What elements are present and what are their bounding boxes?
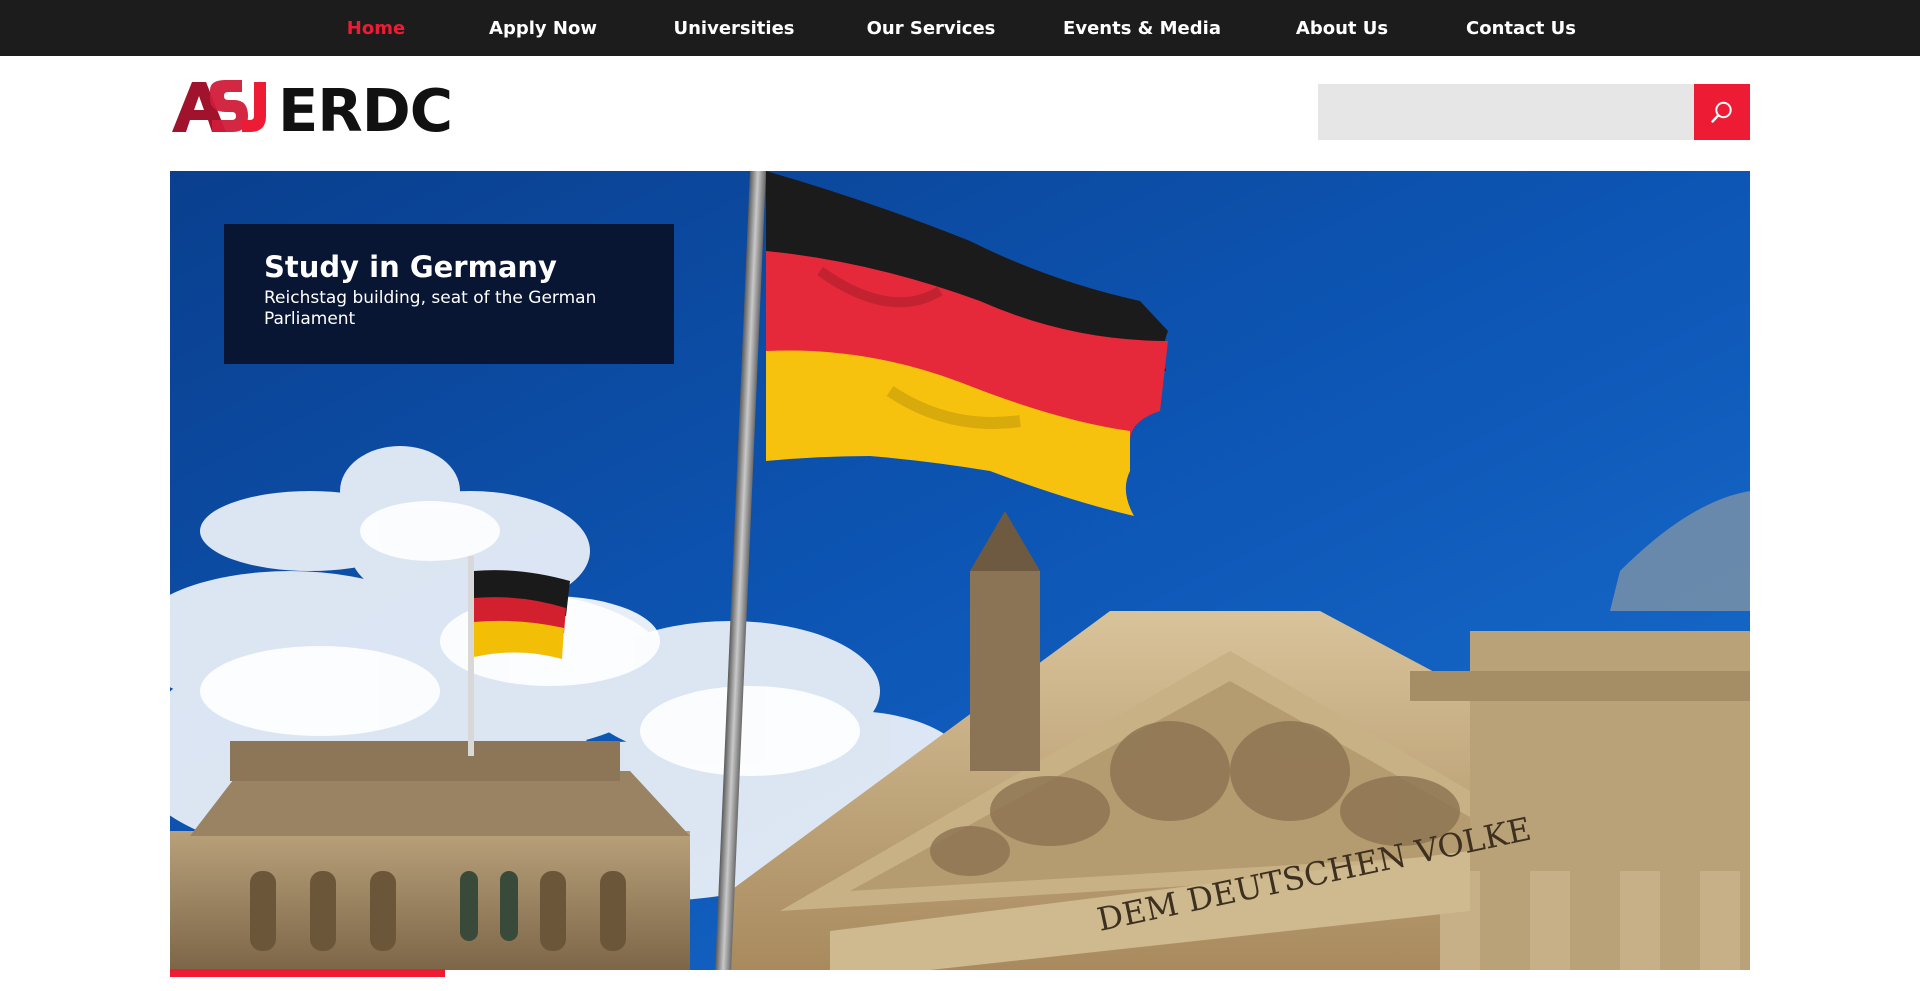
search-bar <box>1318 84 1750 140</box>
nav-item-apply-now[interactable]: Apply Now <box>489 0 597 56</box>
search-icon <box>1711 101 1732 123</box>
hero-subtitle: Reichstag building, seat of the German P… <box>264 288 597 329</box>
top-nav: Home Apply Now Universities Our Services… <box>0 0 1920 56</box>
nav-item-home[interactable]: Home <box>347 0 405 56</box>
hero-title: Study in Germany <box>264 250 557 284</box>
hero-banner: DEM DEUTSCHEN VOLKE Study in Germany Rei… <box>170 171 1750 970</box>
hero-caption: Study in Germany Reichstag building, sea… <box>224 224 674 364</box>
search-input[interactable] <box>1318 84 1694 140</box>
slider-progress-bar <box>170 969 445 977</box>
asj-logo-mark <box>172 80 266 132</box>
site-logo[interactable]: ERDC <box>170 72 470 145</box>
search-button[interactable] <box>1694 84 1750 140</box>
nav-item-universities[interactable]: Universities <box>674 0 795 56</box>
nav-item-our-services[interactable]: Our Services <box>867 0 996 56</box>
logo-text: ERDC <box>278 76 453 145</box>
nav-item-events-media[interactable]: Events & Media <box>1063 0 1221 56</box>
nav-item-contact-us[interactable]: Contact Us <box>1466 0 1576 56</box>
nav-item-about-us[interactable]: About Us <box>1296 0 1388 56</box>
nav-menu: Home Apply Now Universities Our Services… <box>0 0 1920 56</box>
